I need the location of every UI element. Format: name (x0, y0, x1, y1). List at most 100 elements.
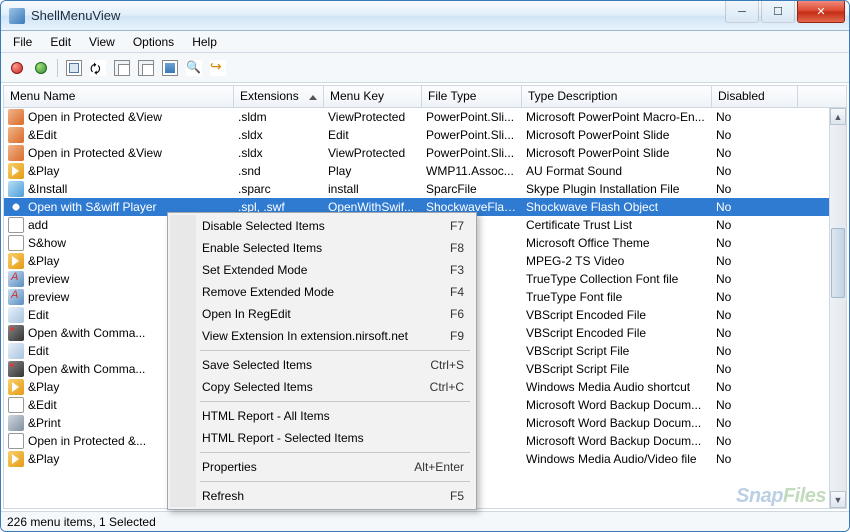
paste-icon[interactable] (138, 60, 154, 76)
cell-menu-name: &Play (28, 164, 59, 178)
cell-type-description: Certificate Trust List (522, 217, 712, 233)
context-menu-label: Refresh (202, 489, 244, 503)
col-header-extensions[interactable]: Extensions (234, 86, 324, 107)
cell-menu-name: Edit (28, 344, 49, 358)
context-menu-item[interactable]: Save Selected ItemsCtrl+S (170, 354, 474, 376)
row-icon (8, 451, 24, 467)
table-row[interactable]: Open in Protected &View.sldmViewProtecte… (4, 108, 846, 126)
cell-type-description: Microsoft PowerPoint Slide (522, 127, 712, 143)
toolbar: 🗘 🔍 (1, 53, 849, 83)
col-header-disabled[interactable]: Disabled (712, 86, 798, 107)
row-icon (8, 289, 24, 305)
cell-type-description: Microsoft Word Backup Docum... (522, 397, 712, 413)
context-menu: Disable Selected Items F7 Enable Selected … (167, 212, 477, 510)
menu-edit[interactable]: Edit (42, 33, 79, 51)
scroll-down-button[interactable]: ▼ (830, 491, 846, 508)
col-header-type-description[interactable]: Type Description (522, 86, 712, 107)
cell-disabled: No (712, 361, 798, 377)
row-icon (8, 379, 24, 395)
table-header: Menu Name Extensions Menu Key File Type … (4, 86, 846, 108)
cell-disabled: No (712, 451, 798, 467)
cell-menu-name: Open &with Comma... (28, 362, 145, 376)
cell-menu-key: Edit (324, 127, 422, 143)
row-icon (8, 199, 24, 215)
vertical-scrollbar[interactable]: ▲ ▼ (829, 108, 846, 508)
row-icon (8, 217, 24, 233)
cell-menu-name: &Print (28, 416, 61, 430)
cell-type-description: VBScript Script File (522, 361, 712, 377)
menu-view[interactable]: View (81, 33, 123, 51)
scroll-thumb[interactable] (831, 228, 845, 298)
context-menu-item[interactable]: HTML Report - Selected Items (170, 427, 474, 449)
cell-disabled: No (712, 271, 798, 287)
context-menu-item[interactable]: Disable Selected Items F7 (170, 215, 474, 237)
cell-disabled: No (712, 145, 798, 161)
copy-icon[interactable] (114, 60, 130, 76)
refresh-icon[interactable]: 🗘 (90, 60, 106, 76)
context-menu-shortcut: F7 (450, 219, 464, 233)
cell-type-description: Microsoft PowerPoint Slide (522, 145, 712, 161)
menu-help[interactable]: Help (184, 33, 225, 51)
cell-file-type: PowerPoint.Sli... (422, 109, 522, 125)
context-menu-shortcut: F4 (450, 285, 464, 299)
context-menu-label: Disable Selected Items (202, 219, 325, 233)
cell-menu-key: Play (324, 163, 422, 179)
cell-menu-key: ViewProtected (324, 145, 422, 161)
menubar: File Edit View Options Help (1, 31, 849, 53)
table-row[interactable]: &Play.sndPlayWMP11.Assoc...AU Format Sou… (4, 162, 846, 180)
cell-menu-name: Open in Protected &... (28, 434, 146, 448)
cell-menu-name: Open &with Comma... (28, 326, 145, 340)
close-button[interactable]: ✕ (797, 1, 845, 23)
context-menu-item[interactable]: Set Extended ModeF3 (170, 259, 474, 281)
cell-menu-name: Open in Protected &View (28, 146, 162, 160)
cell-disabled: No (712, 433, 798, 449)
context-menu-item[interactable]: PropertiesAlt+Enter (170, 456, 474, 478)
cell-disabled: No (712, 181, 798, 197)
cell-extensions: .sldx (234, 127, 324, 143)
cell-menu-key: install (324, 181, 422, 197)
cell-disabled: No (712, 235, 798, 251)
titlebar[interactable]: ShellMenuView ─ ☐ ✕ (1, 1, 849, 31)
table-row[interactable]: &Edit.sldxEditPowerPoint.Sli...Microsoft… (4, 126, 846, 144)
minimize-button[interactable]: ─ (725, 1, 759, 23)
context-menu-item[interactable]: Remove Extended Mode F4 (170, 281, 474, 303)
scroll-up-button[interactable]: ▲ (830, 108, 846, 125)
context-menu-item[interactable]: Enable Selected ItemsF8 (170, 237, 474, 259)
table-row[interactable]: Open in Protected &View.sldxViewProtecte… (4, 144, 846, 162)
save-icon[interactable] (66, 60, 82, 76)
enable-icon[interactable] (33, 60, 49, 76)
col-header-file-type[interactable]: File Type (422, 86, 522, 107)
context-menu-item[interactable]: Copy Selected ItemsCtrl+C (170, 376, 474, 398)
find-icon[interactable]: 🔍 (186, 60, 202, 76)
menu-options[interactable]: Options (125, 33, 182, 51)
cell-menu-name: preview (28, 290, 69, 304)
cell-type-description: Microsoft Word Backup Docum... (522, 415, 712, 431)
properties-icon[interactable] (162, 60, 178, 76)
exit-icon[interactable] (210, 60, 226, 76)
context-menu-item[interactable]: View Extension In extension.nirsoft.netF… (170, 325, 474, 347)
context-menu-shortcut: F5 (450, 489, 464, 503)
col-header-menu-name[interactable]: Menu Name (4, 86, 234, 107)
cell-disabled: No (712, 307, 798, 323)
context-menu-label: Remove Extended Mode (202, 285, 334, 299)
menu-file[interactable]: File (5, 33, 40, 51)
maximize-button[interactable]: ☐ (761, 1, 795, 23)
table-row[interactable]: &Install.sparcinstallSparcFileSkype Plug… (4, 180, 846, 198)
row-icon (8, 109, 24, 125)
disable-icon[interactable] (9, 60, 25, 76)
col-header-menu-key[interactable]: Menu Key (324, 86, 422, 107)
cell-disabled: No (712, 199, 798, 215)
context-menu-item[interactable]: Refresh F5 (170, 485, 474, 507)
context-menu-shortcut: F8 (450, 241, 464, 255)
context-menu-item[interactable]: HTML Report - All Items (170, 405, 474, 427)
cell-menu-name: Open in Protected &View (28, 110, 162, 124)
cell-disabled: No (712, 325, 798, 341)
close-icon: ✕ (816, 5, 825, 18)
context-menu-shortcut: F3 (450, 263, 464, 277)
cell-menu-name: &Play (28, 254, 59, 268)
cell-type-description: VBScript Encoded File (522, 325, 712, 341)
cell-type-description: Microsoft PowerPoint Macro-En... (522, 109, 712, 125)
context-menu-item[interactable]: Open In RegEditF6 (170, 303, 474, 325)
cell-disabled: No (712, 415, 798, 431)
cell-disabled: No (712, 343, 798, 359)
